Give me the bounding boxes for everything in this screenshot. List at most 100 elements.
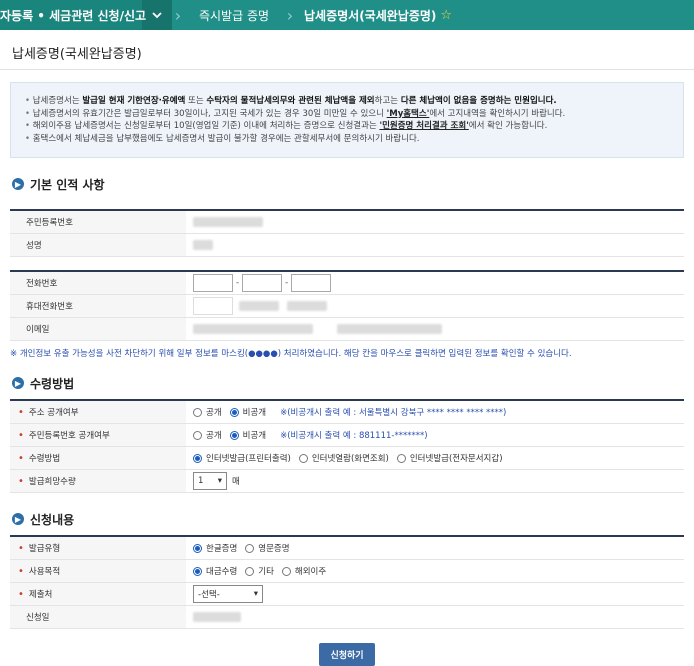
radio-circle <box>229 407 239 417</box>
contact-table: 전화번호 - - 휴대전화번호 이메일 <box>10 270 684 341</box>
english-cert-radio[interactable]: 영문증명 <box>245 542 290 554</box>
purpose-payment-radio[interactable]: 대금수령 <box>193 565 237 577</box>
rrn-private-radio[interactable]: 비공개 <box>229 429 266 441</box>
request-date-label: 신청일 <box>10 606 186 628</box>
masked-email-id[interactable] <box>193 324 313 334</box>
name-label: 성명 <box>10 234 186 256</box>
section-title: 수령방법 <box>30 376 75 391</box>
chevron-down-icon: ▾ <box>217 476 222 486</box>
phone-field-1[interactable] <box>193 274 233 292</box>
purpose-label: 사용목적 <box>10 560 186 582</box>
dash: - <box>285 278 289 288</box>
masked-request-date <box>193 612 241 622</box>
request-date-row: 신청일 <box>10 606 684 629</box>
mobile-row: 휴대전화번호 <box>10 295 684 318</box>
masked-mobile-2 <box>239 301 279 311</box>
phone-field-2[interactable] <box>242 274 283 292</box>
method-row: 수령방법 인터넷발급(프린터출력) 인터넷열람(화면조회) 인터넷발급(전자문서… <box>10 447 684 470</box>
masking-note: ※ 개인정보 유출 가능성을 사전 차단하기 위해 일부 정보를 마스킹(●●●… <box>10 349 572 359</box>
method-label: 수령방법 <box>10 447 186 469</box>
method-print-radio[interactable]: 인터넷발급(프린터출력) <box>193 452 291 464</box>
radio-label: 해외이주 <box>294 567 327 577</box>
radio-circle <box>193 453 202 463</box>
dash: - <box>236 278 240 288</box>
chevron-down-icon[interactable] <box>142 0 172 30</box>
page-title: 납세증명(국세완납증명) <box>0 30 694 70</box>
method-wallet-radio[interactable]: 인터넷발급(전자문서지갑) <box>396 452 503 464</box>
address-public-radio[interactable]: 공개 <box>193 406 222 418</box>
breadcrumb-menu-3-label: 납세증명서(국세완납증명) <box>304 8 437 23</box>
resident-no-row: 주민등록번호 <box>10 211 684 234</box>
notice-emphasis: 다른 체납액이 없음을 증명하는 민원입니다. <box>400 96 557 106</box>
masked-name <box>193 240 213 250</box>
address-private-radio[interactable]: 비공개 <box>229 406 267 418</box>
notice-text: 해외이주용 납세증명서는 신청일로부터 10일(영업일 기준) 이내에 처리하는… <box>32 121 380 131</box>
favorite-star-icon[interactable]: ☆ <box>440 8 452 23</box>
phone-field-3[interactable] <box>291 274 332 292</box>
rrn-public-radio[interactable]: 공개 <box>193 429 222 441</box>
section-receive-method-header: ▶ 수령방법 <box>12 375 694 391</box>
masked-email-domain[interactable] <box>337 324 442 334</box>
radio-circle <box>229 430 239 440</box>
notice-text: 에서 고지내역을 확인하시기 바랍니다. <box>429 108 566 119</box>
resident-no-label: 주민등록번호 <box>10 211 186 233</box>
notice-line-2: 납세증명서의 유효기간은 발급일로부터 30일이나, 고지된 국세가 있는 경우… <box>25 108 669 121</box>
notice-text: 또는 <box>185 96 207 106</box>
radio-circle <box>396 453 406 463</box>
notice-line-1: 납세증명서는 발급일 현재 기한연장·유예액 또는 수탁자의 물적납세의무와 관… <box>25 95 669 108</box>
section-title: 신청내용 <box>30 512 75 527</box>
radio-label: 공개 <box>206 408 222 418</box>
submit-to-select[interactable]: -선택- ▾ <box>193 585 263 603</box>
mobile-label: 휴대전화번호 <box>10 295 186 317</box>
arrow-right-icon: ▶ <box>12 178 24 190</box>
radio-label: 비공개 <box>242 408 267 418</box>
purpose-row: 사용목적 대금수령 기타 해외이주 <box>10 560 684 583</box>
radio-label: 인터넷발급(전자문서지갑) <box>409 454 503 464</box>
radio-label: 기타 <box>258 567 274 577</box>
chevron-down-icon: ▾ <box>253 589 258 599</box>
result-inquiry-link[interactable]: '민원증명 처리결과 조회' <box>379 121 468 131</box>
breadcrumb-menu-2-label: 즉시발급 증명 <box>198 8 270 23</box>
breadcrumb-menu-2[interactable]: 즉시발급 증명 <box>184 0 284 30</box>
rrn-disclosure-row: 주민등록번호 공개여부 공개 비공개 ※(비공개시 출력 예 : 881111-… <box>10 424 684 447</box>
notice-text: 하고는 <box>374 96 401 106</box>
submit-request-button[interactable]: 신청하기 <box>319 643 375 666</box>
radio-circle <box>281 566 291 576</box>
purpose-emigration-radio[interactable]: 해외이주 <box>281 565 327 577</box>
purpose-other-radio[interactable]: 기타 <box>245 565 274 577</box>
my-hometax-link[interactable]: 'My홈택스' <box>387 109 430 119</box>
chevron-right-icon: › <box>286 5 294 25</box>
breadcrumb-menu-1[interactable]: 자등록 • 세금관련 신청/신고 <box>0 0 146 30</box>
notice-emphasis: 수탁자의 물적납세의무와 관련된 체납액을 제외 <box>206 96 375 106</box>
radio-label: 대금수령 <box>206 567 238 577</box>
address-private-hint: ※(비공개시 출력 예 : 서울특별시 강북구 **** **** **** *… <box>280 408 507 418</box>
rrn-private-hint: ※(비공개시 출력 예 : 881111-*******) <box>280 431 428 441</box>
notice-text: 납세증명서의 유효기간은 발급일로부터 30일이나, 고지된 국세가 있는 경우… <box>32 108 387 119</box>
korean-cert-radio[interactable]: 한글증명 <box>193 542 237 554</box>
name-row: 성명 <box>10 234 684 257</box>
arrow-right-icon: ▶ <box>12 377 24 389</box>
masked-resident-no <box>193 217 263 227</box>
radio-circle <box>193 566 202 576</box>
address-disclosure-row: 주소 공개여부 공개 비공개 ※(비공개시 출력 예 : 서울특별시 강북구 *… <box>10 401 684 424</box>
radio-circle <box>245 566 255 576</box>
masked-mobile-3 <box>287 301 327 311</box>
quantity-row: 발급희망수량 1▾ 매 <box>10 470 684 493</box>
issue-type-label: 발급유형 <box>10 537 186 559</box>
breadcrumb-menu-1-label: 자등록 • 세금관련 신청/신고 <box>0 8 147 23</box>
address-disclosure-label: 주소 공개여부 <box>10 401 186 423</box>
phone-label: 전화번호 <box>10 272 186 294</box>
request-table: 발급유형 한글증명 영문증명 사용목적 대금수령 기타 해외이주 제출처 -선택… <box>10 535 684 629</box>
notice-text: 에서 확인 가능합니다. <box>468 121 548 131</box>
mobile-field-1[interactable] <box>193 297 233 315</box>
section-title: 기본 인적 사항 <box>30 177 105 192</box>
quantity-select[interactable]: 1 ▾ <box>193 472 227 490</box>
radio-label: 영문증명 <box>258 544 290 554</box>
submit-to-value: -선택- <box>198 590 220 600</box>
receive-method-table: 주소 공개여부 공개 비공개 ※(비공개시 출력 예 : 서울특별시 강북구 *… <box>10 399 684 493</box>
radio-label: 한글증명 <box>206 544 238 554</box>
method-view-radio[interactable]: 인터넷열람(화면조회) <box>298 452 389 464</box>
issue-type-row: 발급유형 한글증명 영문증명 <box>10 537 684 560</box>
quantity-label: 발급희망수량 <box>10 470 186 492</box>
breadcrumb-menu-3[interactable]: 납세증명서(국세완납증명) ☆ <box>296 0 460 30</box>
